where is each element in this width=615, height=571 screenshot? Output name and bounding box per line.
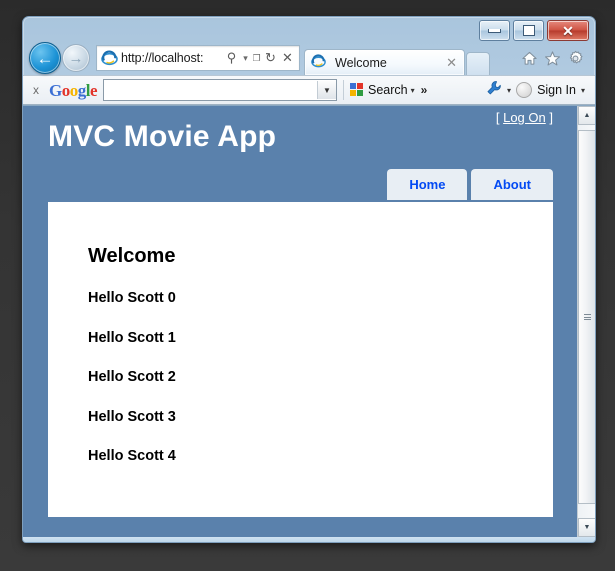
title-bar: ✕ — [23, 17, 595, 41]
new-tab-button[interactable] — [466, 52, 490, 75]
scroll-up-icon: ▲ — [583, 112, 591, 119]
google-search-button-label: Search — [368, 83, 408, 97]
compatibility-view-icon[interactable]: ❐ — [251, 48, 262, 68]
scroll-up-button[interactable]: ▲ — [578, 106, 595, 125]
internet-explorer-icon — [101, 50, 118, 67]
address-bar[interactable]: http://localhost: ⚲ ▾ ❐ ↻ ✕ — [96, 45, 300, 71]
page-viewport: [ Log On ] MVC Movie App Home About Welc… — [23, 105, 595, 537]
toolbar-overflow-icon[interactable]: » — [421, 83, 428, 97]
scroll-down-button[interactable]: ▼ — [578, 518, 595, 537]
refresh-icon[interactable]: ↻ — [262, 48, 279, 68]
sign-in-dropdown-icon[interactable]: ▾ — [581, 86, 585, 95]
toolbar-divider — [343, 80, 345, 100]
browser-tools — [521, 50, 589, 67]
google-logo: Google — [49, 80, 98, 100]
home-icon[interactable] — [521, 50, 538, 67]
google-search-button[interactable]: Search ▾ — [350, 82, 415, 98]
tab-welcome[interactable]: Welcome ✕ — [304, 49, 465, 75]
tab-favicon-icon — [311, 54, 328, 71]
forward-arrow-icon: → — [68, 49, 84, 67]
hello-line: Hello Scott 4 — [88, 448, 176, 464]
wrench-icon[interactable] — [486, 80, 502, 101]
google-logo-e: e — [89, 80, 98, 100]
scrollbar-thumb[interactable] — [578, 130, 595, 504]
avatar — [516, 82, 533, 98]
page-heading: Welcome — [88, 245, 176, 267]
google-squares-icon — [350, 82, 365, 98]
url-text: http://localhost: — [121, 51, 204, 65]
google-logo-o2: o — [69, 80, 79, 100]
minimize-icon — [488, 28, 501, 33]
window-bottom-edge — [23, 537, 595, 542]
scroll-down-icon: ▼ — [583, 524, 591, 531]
back-arrow-icon: ← — [36, 48, 54, 68]
wrench-dropdown-icon[interactable]: ▾ — [507, 86, 511, 95]
google-toolbar: x Google ▼ Search ▾ » ▾ Sign In ▾ — [23, 75, 595, 105]
menu-item-home[interactable]: Home — [387, 169, 468, 200]
site-title: MVC Movie App — [48, 120, 277, 153]
hello-line: Hello Scott 0 — [88, 290, 176, 306]
hello-line: Hello Scott 2 — [88, 369, 176, 385]
google-logo-g2: g — [77, 80, 87, 100]
scrollbar-grip-icon — [583, 314, 591, 320]
tab-strip: Welcome ✕ — [304, 41, 490, 75]
google-search-box[interactable]: ▼ — [103, 79, 338, 101]
browser-window: ✕ ← → http://localhost: ⚲ ▾ ❐ ↻ ✕ Welcom… — [22, 16, 596, 543]
logon-section: [ Log On ] — [496, 110, 553, 125]
vertical-scrollbar[interactable]: ▲ ▼ — [577, 106, 595, 537]
chevron-down-icon[interactable]: ▾ — [240, 48, 251, 68]
window-controls: ✕ — [479, 20, 589, 41]
close-icon: ✕ — [562, 22, 574, 39]
menu-item-about[interactable]: About — [471, 169, 553, 200]
main-content-panel: Welcome Hello Scott 0 Hello Scott 1 Hell… — [48, 202, 553, 517]
logon-bracket-close: ] — [549, 110, 553, 125]
back-button[interactable]: ← — [29, 42, 61, 74]
forward-button[interactable]: → — [62, 44, 90, 72]
google-search-dropdown-icon[interactable]: ▼ — [317, 81, 337, 99]
minimize-button[interactable] — [479, 20, 510, 41]
hello-line: Hello Scott 3 — [88, 408, 176, 425]
chevron-down-icon[interactable]: ▾ — [411, 86, 415, 95]
main-menu: Home About — [387, 169, 553, 200]
google-logo-o1: o — [61, 80, 71, 100]
tab-close-icon[interactable]: ✕ — [443, 55, 460, 71]
settings-gear-icon[interactable] — [567, 50, 584, 67]
desktop-background: ✕ ← → http://localhost: ⚲ ▾ ❐ ↻ ✕ Welcom… — [0, 0, 615, 571]
tab-title: Welcome — [335, 55, 387, 70]
search-icon[interactable]: ⚲ — [223, 48, 240, 68]
logon-bracket-open: [ — [495, 110, 500, 125]
sign-in-button[interactable]: Sign In — [537, 83, 576, 97]
close-button[interactable]: ✕ — [547, 20, 589, 41]
stop-icon[interactable]: ✕ — [279, 48, 296, 68]
google-search-input[interactable] — [104, 81, 318, 99]
navigation-toolbar: ← → http://localhost: ⚲ ▾ ❐ ↻ ✕ Welcome … — [23, 41, 595, 75]
favorites-star-icon[interactable] — [544, 50, 561, 67]
restore-button[interactable] — [513, 20, 544, 41]
hello-line: Hello Scott 1 — [88, 329, 176, 346]
logon-link[interactable]: Log On — [503, 110, 546, 125]
google-logo-g1: G — [49, 80, 62, 100]
google-toolbar-close-icon[interactable]: x — [29, 83, 43, 97]
web-page: [ Log On ] MVC Movie App Home About Welc… — [23, 106, 578, 537]
google-toolbar-right: ▾ Sign In ▾ — [486, 80, 589, 101]
restore-icon — [522, 25, 535, 36]
